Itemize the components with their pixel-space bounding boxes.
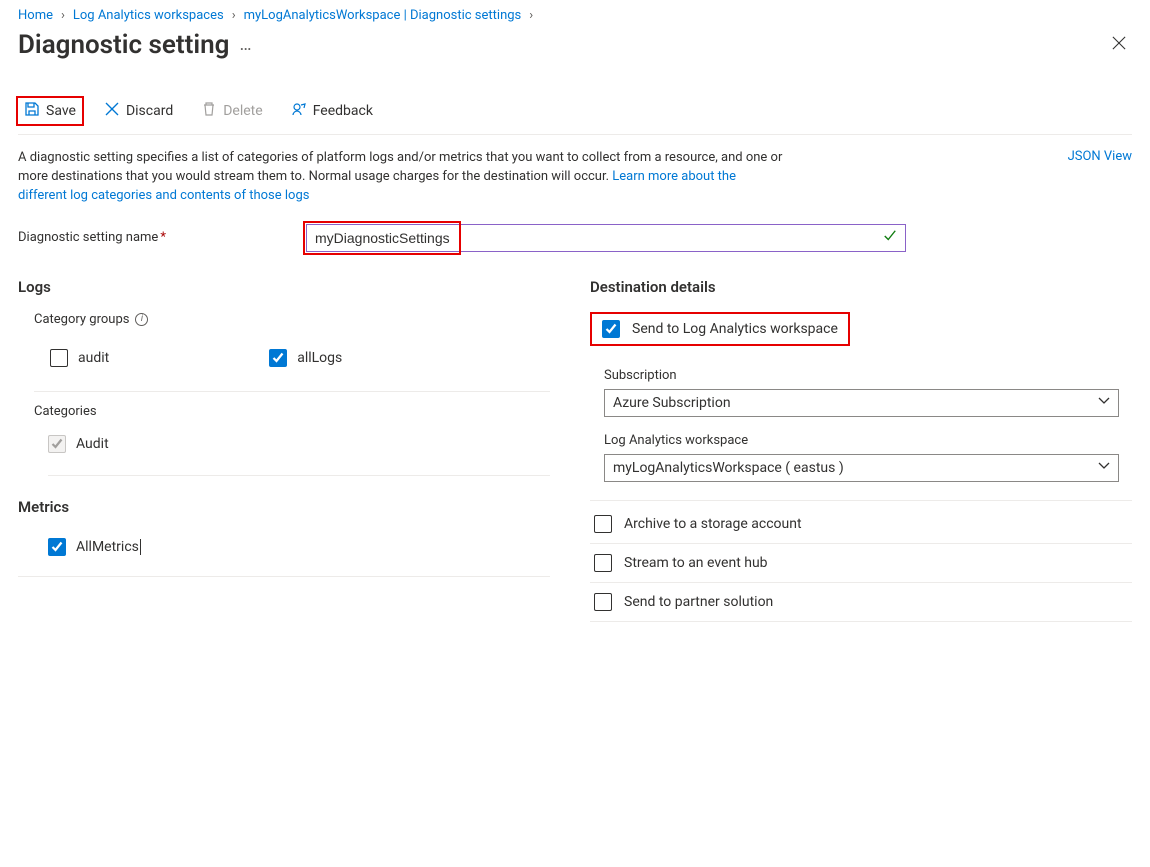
categories-label: Categories	[34, 404, 550, 419]
chevron-right-icon: ›	[61, 8, 65, 23]
name-input-wrapper	[306, 224, 906, 252]
checkbox-icon	[48, 435, 66, 453]
checkmark-icon	[883, 229, 897, 247]
close-icon[interactable]	[1106, 29, 1132, 60]
checkbox-audit-group[interactable]: audit	[50, 343, 109, 373]
feedback-button[interactable]: Feedback	[285, 98, 379, 124]
delete-button: Delete	[195, 98, 268, 124]
title-row: Diagnostic setting …	[18, 29, 1132, 70]
toolbar: Save Discard Delete Feedback	[18, 88, 1132, 135]
required-asterisk: *	[160, 230, 166, 245]
subscription-label: Subscription	[604, 368, 1132, 383]
discard-button[interactable]: Discard	[98, 98, 179, 124]
subscription-value: Azure Subscription	[613, 395, 731, 411]
checkbox-icon[interactable]	[594, 554, 612, 572]
page-title: Diagnostic setting	[18, 30, 229, 60]
name-field-row: Diagnostic setting name*	[18, 224, 1132, 252]
intro-text: A diagnostic setting specifies a list of…	[18, 149, 788, 206]
workspace-value: myLogAnalyticsWorkspace ( eastus )	[613, 460, 844, 476]
name-label-text: Diagnostic setting name	[18, 230, 158, 245]
checkbox-icon[interactable]	[602, 320, 620, 338]
feedback-icon	[291, 101, 307, 121]
chevron-down-icon	[1098, 395, 1110, 411]
checkbox-icon[interactable]	[48, 538, 66, 556]
allmetrics-label: AllMetrics	[76, 539, 141, 555]
checkbox-icon[interactable]	[50, 349, 68, 367]
breadcrumb-workspaces[interactable]: Log Analytics workspaces	[73, 8, 224, 23]
save-label: Save	[46, 103, 76, 119]
trash-icon	[201, 101, 217, 121]
alllogs-group-label: allLogs	[297, 350, 342, 366]
logs-heading: Logs	[18, 278, 560, 296]
send-to-law-checkbox-row[interactable]: Send to Log Analytics workspace	[594, 316, 846, 342]
chevron-right-icon: ›	[232, 8, 236, 23]
destination-heading: Destination details	[590, 278, 1132, 296]
chevron-right-icon: ›	[529, 8, 533, 23]
checkbox-category-audit: Audit	[48, 429, 550, 459]
send-partner-checkbox-row[interactable]: Send to partner solution	[590, 583, 1132, 622]
workspace-dropdown[interactable]: myLogAnalyticsWorkspace ( eastus )	[604, 454, 1119, 482]
more-actions-icon[interactable]: …	[239, 34, 253, 55]
info-icon[interactable]: i	[135, 313, 148, 326]
checkbox-icon[interactable]	[594, 515, 612, 533]
chevron-down-icon	[1098, 460, 1110, 476]
diagnostic-setting-name-input[interactable]	[307, 225, 905, 251]
archive-storage-label: Archive to a storage account	[624, 516, 802, 532]
stream-eventhub-checkbox-row[interactable]: Stream to an event hub	[590, 544, 1132, 583]
checkbox-alllogs-group[interactable]: allLogs	[269, 343, 342, 373]
send-to-law-label: Send to Log Analytics workspace	[632, 321, 838, 337]
metrics-heading: Metrics	[18, 498, 560, 516]
discard-icon	[104, 101, 120, 121]
breadcrumb-diagnostic-settings[interactable]: myLogAnalyticsWorkspace | Diagnostic set…	[244, 8, 522, 23]
stream-eventhub-label: Stream to an event hub	[624, 555, 768, 571]
name-field-label: Diagnostic setting name*	[18, 230, 296, 245]
feedback-label: Feedback	[313, 103, 373, 119]
json-view-link[interactable]: JSON View	[1068, 149, 1132, 164]
workspace-label: Log Analytics workspace	[604, 433, 1132, 448]
delete-label: Delete	[223, 103, 262, 119]
audit-group-label: audit	[78, 350, 109, 366]
archive-storage-checkbox-row[interactable]: Archive to a storage account	[590, 505, 1132, 544]
destination-column: Destination details Send to Log Analytic…	[590, 278, 1132, 622]
checkbox-icon[interactable]	[269, 349, 287, 367]
checkbox-icon[interactable]	[594, 593, 612, 611]
category-groups-label: Category groups i	[34, 312, 560, 327]
save-icon	[24, 101, 40, 121]
logs-metrics-column: Logs Category groups i audit allLogs	[18, 278, 560, 577]
checkbox-allmetrics[interactable]: AllMetrics	[48, 532, 550, 562]
intro-section: A diagnostic setting specifies a list of…	[18, 149, 1132, 206]
breadcrumb: Home › Log Analytics workspaces › myLogA…	[18, 8, 1132, 23]
discard-label: Discard	[126, 103, 173, 119]
save-button[interactable]: Save	[18, 98, 82, 124]
category-groups-text: Category groups	[34, 312, 129, 327]
send-partner-label: Send to partner solution	[624, 594, 773, 610]
category-audit-label: Audit	[76, 436, 109, 452]
subscription-dropdown[interactable]: Azure Subscription	[604, 389, 1119, 417]
breadcrumb-home[interactable]: Home	[18, 8, 53, 23]
